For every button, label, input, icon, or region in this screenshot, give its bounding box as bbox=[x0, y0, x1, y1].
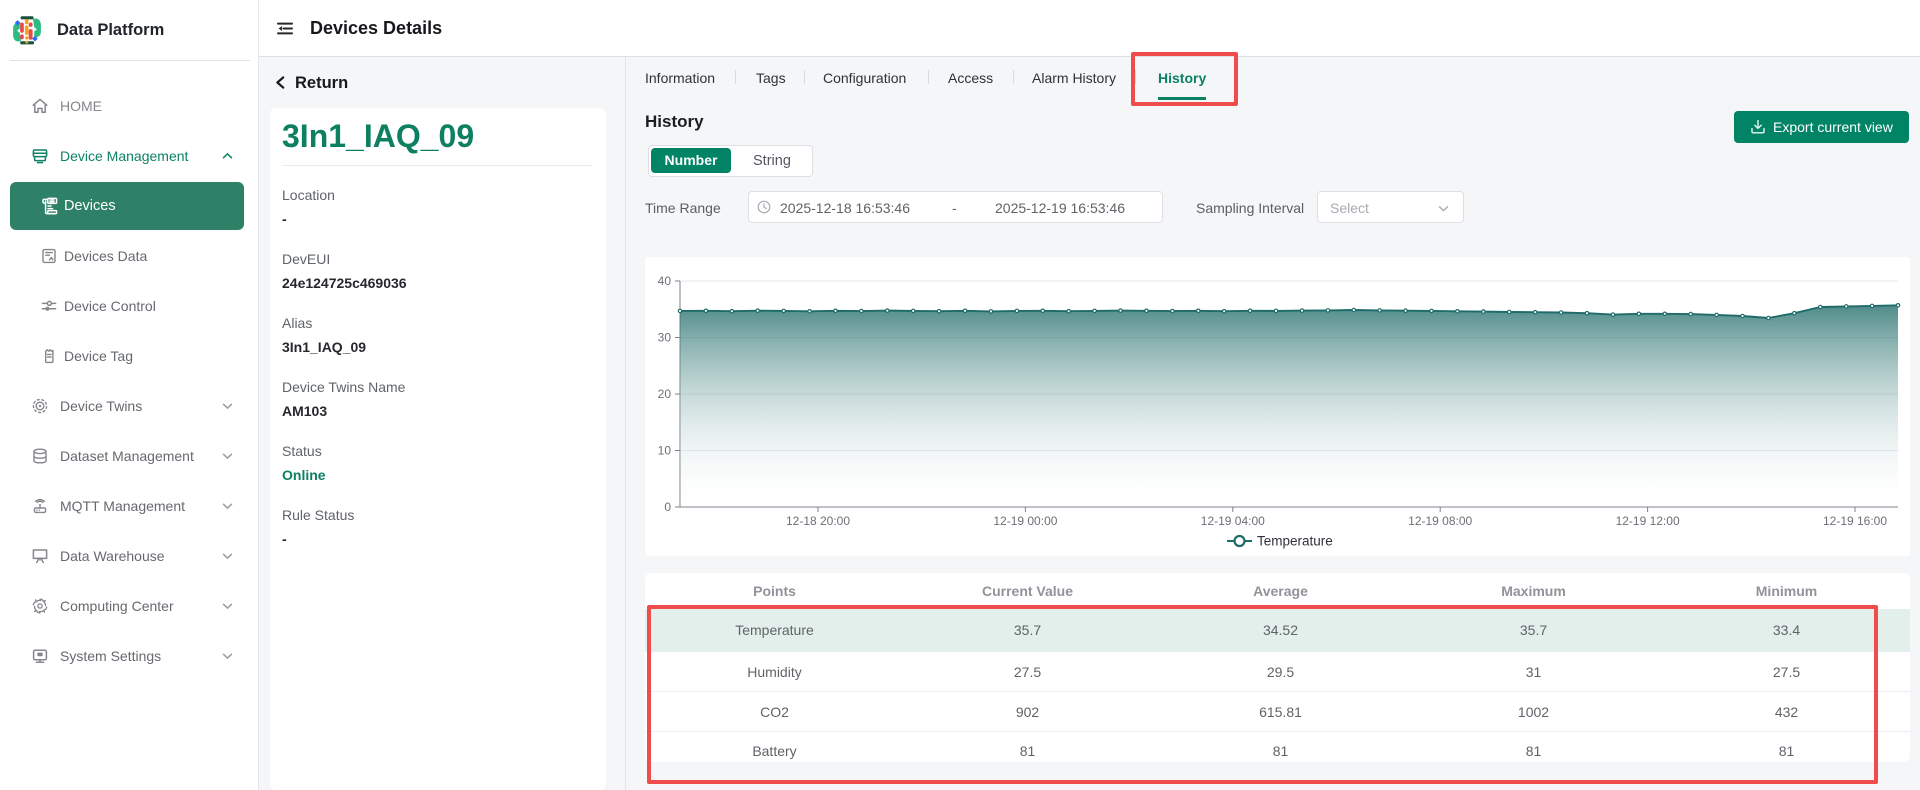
svg-text:12-19 12:00: 12-19 12:00 bbox=[1616, 514, 1680, 528]
svg-text:0: 0 bbox=[664, 500, 671, 514]
svg-text:40: 40 bbox=[658, 274, 672, 288]
svg-text:12-19 16:00: 12-19 16:00 bbox=[1823, 514, 1887, 528]
svg-text:10: 10 bbox=[658, 444, 672, 458]
svg-text:12-18 20:00: 12-18 20:00 bbox=[786, 514, 850, 528]
svg-text:20: 20 bbox=[658, 387, 672, 401]
svg-text:12-19 04:00: 12-19 04:00 bbox=[1201, 514, 1265, 528]
svg-text:30: 30 bbox=[658, 331, 672, 345]
svg-text:12-19 08:00: 12-19 08:00 bbox=[1408, 514, 1472, 528]
svg-text:Temperature: Temperature bbox=[1257, 534, 1333, 549]
svg-text:12-19 00:00: 12-19 00:00 bbox=[993, 514, 1057, 528]
